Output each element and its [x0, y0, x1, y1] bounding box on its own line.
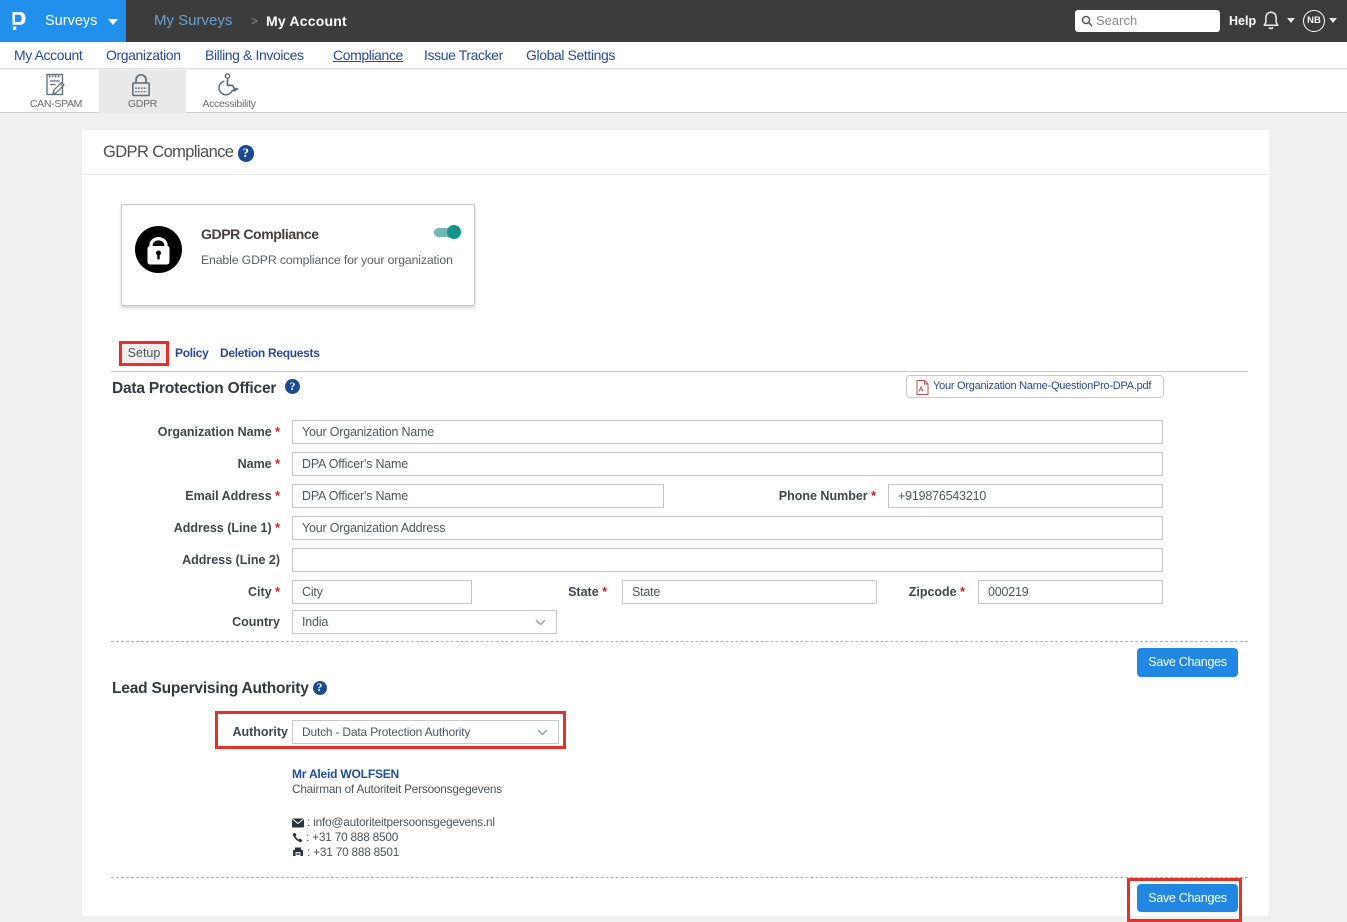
svg-text:A: A	[919, 387, 924, 394]
